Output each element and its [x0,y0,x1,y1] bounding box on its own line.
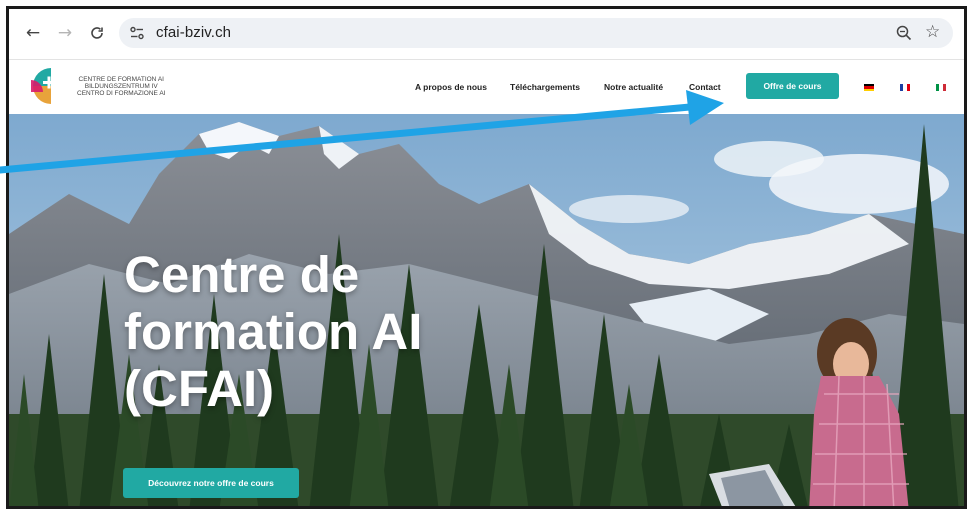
logo-text: CENTRE DE FORMATION AI BILDUNGSZENTRUM I… [77,76,166,97]
browser-toolbar: ← → cfai-bziv.ch ☆ [9,9,964,60]
discover-course-offer-button[interactable]: Découvrez notre offre de cours [123,468,299,498]
bookmark-star-icon[interactable]: ☆ [925,23,943,41]
nav-about[interactable]: A propos de nous [415,82,487,92]
nav-contact[interactable]: Contact [689,82,721,92]
course-offer-button[interactable]: Offre de cours [746,73,839,99]
reload-icon[interactable] [85,21,109,45]
zoom-icon[interactable] [895,24,913,42]
site-settings-icon[interactable] [129,25,145,41]
nav-downloads[interactable]: Téléchargements [510,82,580,92]
url-text[interactable]: cfai-bziv.ch [156,24,231,41]
screenshot-frame: ← → cfai-bziv.ch ☆ CENTRE DE FORMATION A… [6,6,967,509]
flag-fr-icon[interactable] [900,84,910,91]
logo[interactable]: CENTRE DE FORMATION AI BILDUNGSZENTRUM I… [29,66,165,106]
address-bar[interactable]: cfai-bziv.ch ☆ [119,18,953,48]
site-header: CENTRE DE FORMATION AI BILDUNGSZENTRUM I… [9,60,964,114]
flag-it-icon[interactable] [936,84,946,91]
hero-section: Centre de formation AI (CFAI) Découvrez … [9,114,964,506]
logo-mark-icon [31,68,55,104]
nav-news[interactable]: Notre actualité [604,82,663,92]
forward-icon[interactable]: → [53,21,77,45]
back-icon[interactable]: ← [21,21,45,45]
flag-de-icon[interactable] [864,84,874,91]
hero-title: Centre de formation AI (CFAI) [124,246,423,417]
